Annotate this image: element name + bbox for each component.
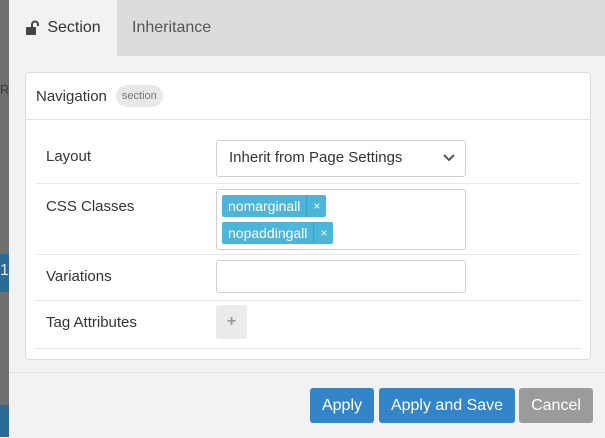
tab-section[interactable]: Section <box>9 0 117 56</box>
css-class-tag-label: nomarginall <box>228 198 301 214</box>
backdrop-bottom-strip <box>0 405 9 437</box>
section-panel: Navigation section Layout Inherit from P… <box>25 72 591 360</box>
apply-and-save-button[interactable]: Apply and Save <box>379 388 515 423</box>
css-class-tag: nomarginall × <box>222 195 327 217</box>
dialog-footer: Apply Apply and Save Cancel <box>9 372 605 438</box>
css-classes-tag-input[interactable]: nomarginall × nopaddingall × <box>216 189 466 250</box>
css-class-tag-label: nopaddingall <box>228 225 308 241</box>
section-badge: section <box>115 85 163 107</box>
apply-button[interactable]: Apply <box>310 388 374 423</box>
remove-tag-icon[interactable]: × <box>313 222 333 244</box>
css-class-tag: nopaddingall × <box>222 222 334 244</box>
css-classes-row: CSS Classes nomarginall × nopaddingall × <box>36 184 580 255</box>
css-classes-label: CSS Classes <box>46 198 135 215</box>
variations-label: Variations <box>46 268 112 285</box>
variations-input[interactable] <box>216 260 466 293</box>
section-settings-dialog: Section Inheritance Navigation section L… <box>9 0 605 438</box>
add-tag-attribute-button[interactable]: + <box>216 305 247 339</box>
cancel-button[interactable]: Cancel <box>519 388 593 423</box>
layout-label: Layout <box>46 148 92 165</box>
tab-bar: Section Inheritance <box>9 0 605 56</box>
tab-inheritance[interactable]: Inheritance <box>132 0 211 56</box>
tab-section-label: Section <box>47 19 101 36</box>
tag-attributes-row: Tag Attributes + <box>36 301 580 349</box>
lock-open-icon <box>26 20 40 35</box>
panel-title: Navigation <box>36 87 107 105</box>
variations-row: Variations <box>36 255 580 301</box>
plus-icon: + <box>226 313 237 330</box>
tag-attributes-label: Tag Attributes <box>46 314 137 331</box>
layout-select-value: Inherit from Page Settings <box>229 149 403 166</box>
backdrop-strip-text: 1 <box>0 262 9 279</box>
chevron-down-icon <box>443 154 455 162</box>
remove-tag-icon[interactable]: × <box>306 195 326 217</box>
tab-inheritance-label: Inheritance <box>132 19 212 36</box>
layout-select[interactable]: Inherit from Page Settings <box>216 140 466 177</box>
panel-header: Navigation section <box>26 73 590 120</box>
layout-row: Layout Inherit from Page Settings <box>36 120 580 184</box>
